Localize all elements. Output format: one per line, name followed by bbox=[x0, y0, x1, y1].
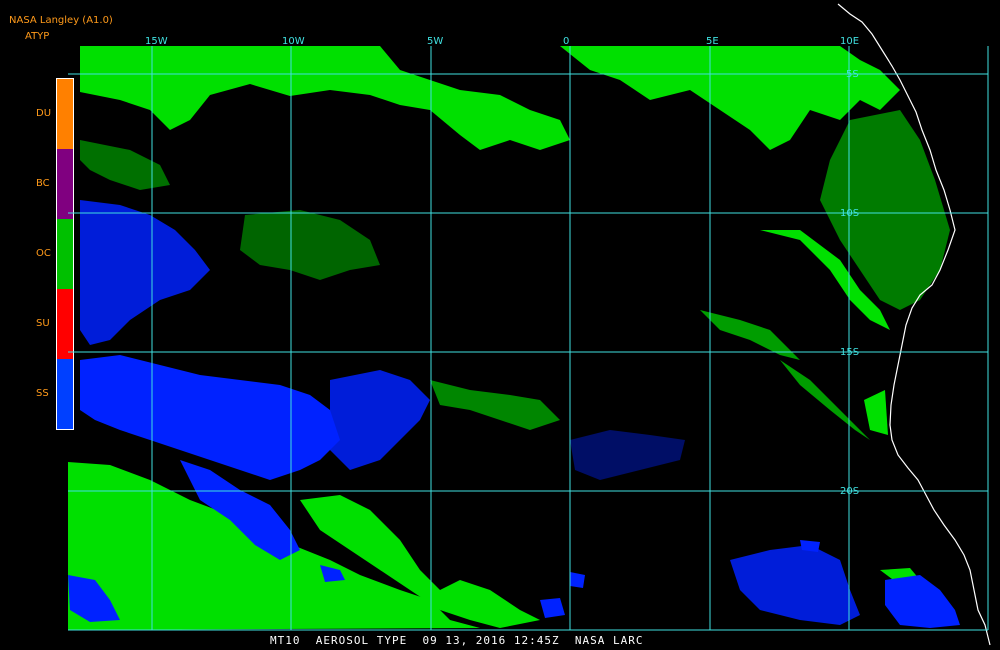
lon-label-15w: 15W bbox=[145, 36, 168, 47]
lon-label-0: 0 bbox=[563, 36, 569, 47]
footer-caption: MT10 AEROSOL TYPE 09 13, 2016 12:45Z NAS… bbox=[270, 634, 644, 647]
lat-label-5s: 5S bbox=[846, 69, 859, 80]
lon-label-10w: 10W bbox=[282, 36, 305, 47]
lat-label-10s: 10S bbox=[840, 208, 859, 219]
lon-label-10e: 10E bbox=[840, 36, 859, 47]
lat-label-15s: 15S bbox=[840, 347, 859, 358]
aerosol-map: 15W 10W 5W 0 5E 10E 5S 10S 15S 20S bbox=[68, 3, 991, 646]
lon-label-5w: 5W bbox=[427, 36, 443, 47]
lon-label-5e: 5E bbox=[706, 36, 719, 47]
lat-label-20s: 20S bbox=[840, 486, 859, 497]
